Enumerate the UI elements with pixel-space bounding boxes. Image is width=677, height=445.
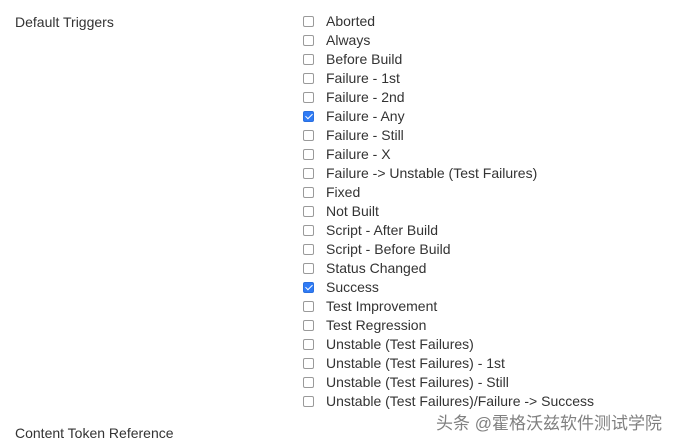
trigger-option[interactable]: Script - After Build [302,221,594,240]
trigger-option-label: Unstable (Test Failures) - Still [326,374,509,390]
checkbox-unchecked[interactable] [303,73,314,84]
watermark-text: 头条 @霍格沃兹软件测试学院 [436,414,662,433]
trigger-option-label: Unstable (Test Failures) - 1st [326,355,505,371]
trigger-option[interactable]: Unstable (Test Failures) - 1st [302,354,594,373]
trigger-option[interactable]: Test Regression [302,316,594,335]
trigger-option-label: Success [326,279,379,295]
checkbox-unchecked[interactable] [303,339,314,350]
trigger-option[interactable]: Failure - X [302,145,594,164]
trigger-option-label: Failure - 2nd [326,89,405,105]
checkbox-unchecked[interactable] [303,149,314,160]
checkbox-unchecked[interactable] [303,168,314,179]
trigger-option-label: Failure - X [326,146,391,162]
trigger-option-label: Status Changed [326,260,427,276]
checkbox-checked[interactable] [303,282,314,293]
checkbox-unchecked[interactable] [303,206,314,217]
trigger-option-label: Failure - Any [326,108,405,124]
trigger-option[interactable]: Unstable (Test Failures) - Still [302,373,594,392]
trigger-option[interactable]: Always [302,31,594,50]
checkbox-unchecked[interactable] [303,187,314,198]
checkbox-unchecked[interactable] [303,320,314,331]
trigger-option[interactable]: Fixed [302,183,594,202]
trigger-option-label: Always [326,32,371,48]
trigger-option[interactable]: Failure -> Unstable (Test Failures) [302,164,594,183]
trigger-option[interactable]: Unstable (Test Failures)/Failure -> Succ… [302,392,594,411]
trigger-option-label: Script - After Build [326,222,439,238]
checkbox-unchecked[interactable] [303,263,314,274]
trigger-option[interactable]: Test Improvement [302,297,594,316]
checkbox-unchecked[interactable] [303,225,314,236]
checkbox-unchecked[interactable] [303,301,314,312]
checkbox-unchecked[interactable] [303,358,314,369]
default-triggers-list: Aborted Always Before Build Failure - 1st Fa… [302,12,594,411]
trigger-option[interactable]: Script - Before Build [302,240,594,259]
trigger-option[interactable]: Success [302,278,594,297]
trigger-option-label: Fixed [326,184,361,200]
trigger-option-label: Failure - Still [326,127,404,143]
checkbox-unchecked[interactable] [303,377,314,388]
checkbox-checked[interactable] [303,111,314,122]
trigger-option-label: Failure - 1st [326,70,400,86]
checkbox-unchecked[interactable] [303,92,314,103]
trigger-option[interactable]: Failure - Any [302,107,594,126]
checkbox-unchecked[interactable] [303,16,314,27]
trigger-option-label: Aborted [326,13,376,29]
trigger-option[interactable]: Aborted [302,12,594,31]
default-triggers-label: Default Triggers [15,14,114,30]
trigger-option[interactable]: Failure - 2nd [302,88,594,107]
trigger-option-label: Unstable (Test Failures)/Failure -> Succ… [326,393,595,409]
trigger-option[interactable]: Failure - Still [302,126,594,145]
trigger-option[interactable]: Not Built [302,202,594,221]
trigger-option-label: Before Build [326,51,403,67]
checkbox-unchecked[interactable] [303,396,314,407]
checkbox-unchecked[interactable] [303,54,314,65]
trigger-option[interactable]: Before Build [302,50,594,69]
checkbox-unchecked[interactable] [303,35,314,46]
trigger-option-label: Test Improvement [326,298,438,314]
content-token-reference-label: Content Token Reference [15,425,174,441]
trigger-option[interactable]: Unstable (Test Failures) [302,335,594,354]
checkbox-unchecked[interactable] [303,130,314,141]
trigger-option-label: Unstable (Test Failures) [326,336,474,352]
trigger-option-label: Script - Before Build [326,241,451,257]
trigger-option-label: Failure -> Unstable (Test Failures) [326,165,538,181]
trigger-option[interactable]: Status Changed [302,259,594,278]
trigger-option-label: Not Built [326,203,379,219]
trigger-option-label: Test Regression [326,317,427,333]
checkbox-unchecked[interactable] [303,244,314,255]
trigger-option[interactable]: Failure - 1st [302,69,594,88]
